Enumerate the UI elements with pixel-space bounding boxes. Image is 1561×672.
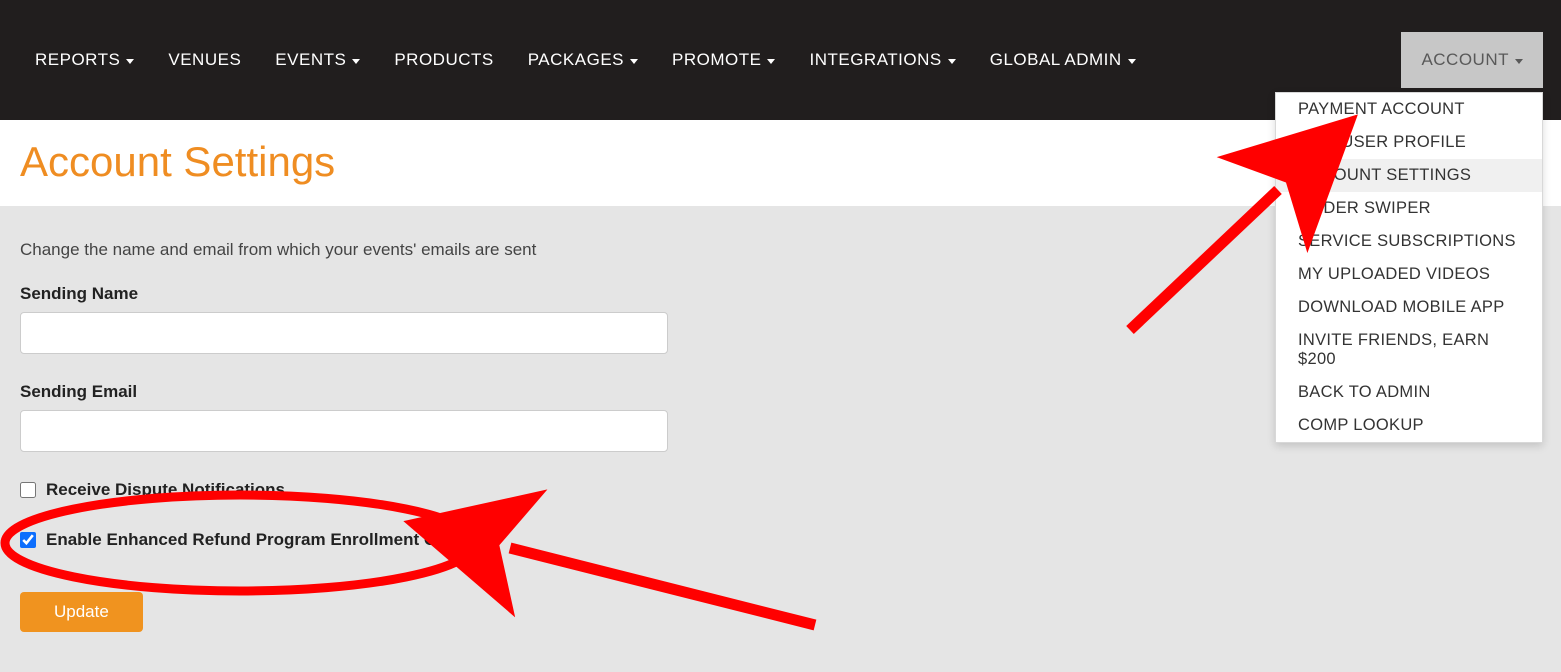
- nav-packages[interactable]: PACKAGES: [511, 42, 655, 78]
- dropdown-invite-friends[interactable]: INVITE FRIENDS, EARN $200: [1276, 324, 1542, 376]
- nav-products[interactable]: PRODUCTS: [377, 42, 510, 78]
- dropdown-account-settings[interactable]: ACCOUNT SETTINGS: [1276, 159, 1542, 192]
- nav-reports[interactable]: REPORTS: [18, 42, 151, 78]
- nav-label: VENUES: [168, 50, 241, 70]
- dropdown-service-subscriptions[interactable]: SERVICE SUBSCRIPTIONS: [1276, 225, 1542, 258]
- nav-promote[interactable]: PROMOTE: [655, 42, 792, 78]
- dropdown-order-swiper[interactable]: ORDER SWIPER: [1276, 192, 1542, 225]
- refund-row: Enable Enhanced Refund Program Enrollmen…: [20, 530, 1541, 550]
- nav-label: PROMOTE: [672, 50, 761, 70]
- nav-account-label: ACCOUNT: [1421, 50, 1509, 70]
- nav-left: REPORTS VENUES EVENTS PRODUCTS PACKAGES …: [18, 42, 1153, 78]
- dropdown-download-mobile-app[interactable]: DOWNLOAD MOBILE APP: [1276, 291, 1542, 324]
- caret-down-icon: [352, 59, 360, 64]
- caret-down-icon: [1128, 59, 1136, 64]
- dispute-label[interactable]: Receive Dispute Notifications: [46, 480, 285, 500]
- update-button[interactable]: Update: [20, 592, 143, 632]
- caret-down-icon: [630, 59, 638, 64]
- caret-down-icon: [1515, 59, 1523, 64]
- refund-label[interactable]: Enable Enhanced Refund Program Enrollmen…: [46, 530, 479, 550]
- dropdown-comp-lookup[interactable]: COMP LOOKUP: [1276, 409, 1542, 442]
- dropdown-my-uploaded-videos[interactable]: MY UPLOADED VIDEOS: [1276, 258, 1542, 291]
- nav-label: GLOBAL ADMIN: [990, 50, 1122, 70]
- dropdown-edit-user-profile[interactable]: EDIT USER PROFILE: [1276, 126, 1542, 159]
- dispute-row: Receive Dispute Notifications: [20, 480, 1541, 500]
- caret-down-icon: [767, 59, 775, 64]
- nav-account[interactable]: ACCOUNT: [1401, 32, 1543, 88]
- refund-checkbox[interactable]: [20, 532, 36, 548]
- dropdown-back-to-admin[interactable]: BACK TO ADMIN: [1276, 376, 1542, 409]
- nav-label: INTEGRATIONS: [809, 50, 941, 70]
- caret-down-icon: [948, 59, 956, 64]
- nav-label: PRODUCTS: [394, 50, 493, 70]
- nav-events[interactable]: EVENTS: [258, 42, 377, 78]
- caret-down-icon: [126, 59, 134, 64]
- account-dropdown: PAYMENT ACCOUNT EDIT USER PROFILE ACCOUN…: [1275, 92, 1543, 443]
- nav-right: ACCOUNT: [1401, 32, 1543, 88]
- sending-email-input[interactable]: [20, 410, 668, 452]
- nav-label: REPORTS: [35, 50, 120, 70]
- nav-venues[interactable]: VENUES: [151, 42, 258, 78]
- nav-integrations[interactable]: INTEGRATIONS: [792, 42, 972, 78]
- sending-name-input[interactable]: [20, 312, 668, 354]
- nav-label: EVENTS: [275, 50, 346, 70]
- dispute-checkbox[interactable]: [20, 482, 36, 498]
- nav-global-admin[interactable]: GLOBAL ADMIN: [973, 42, 1153, 78]
- dropdown-payment-account[interactable]: PAYMENT ACCOUNT: [1276, 93, 1542, 126]
- nav-label: PACKAGES: [528, 50, 624, 70]
